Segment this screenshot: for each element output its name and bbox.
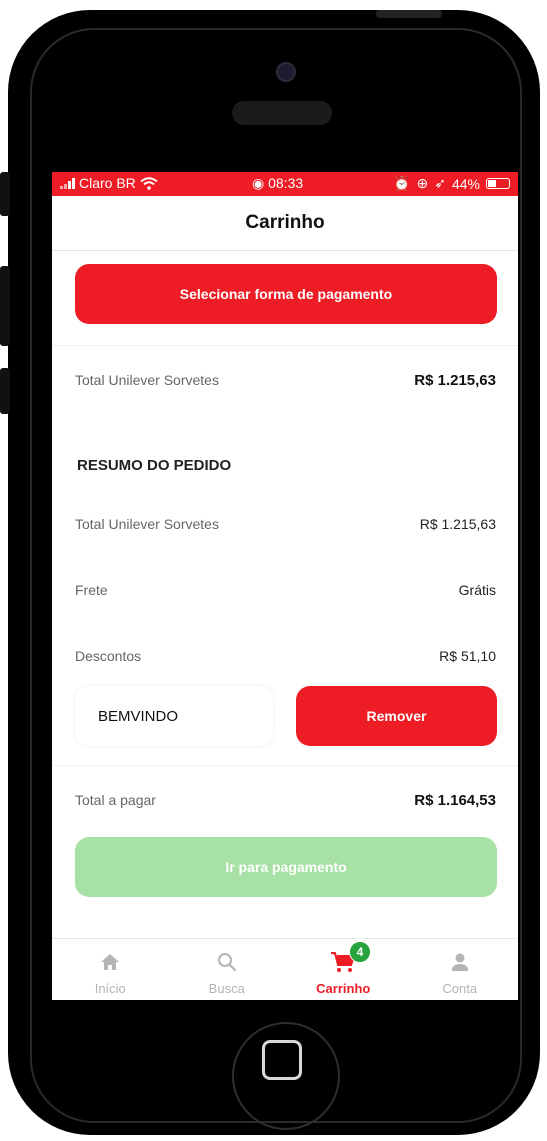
app-screen: Claro BR ◉ 08:33 ⏰ ⊕ ➶ 44% Carrinho Sele… [52, 172, 518, 1000]
mute-switch [0, 172, 10, 216]
carrier-name: Claro BR [79, 175, 136, 191]
page-title: Carrinho [52, 196, 518, 251]
user-icon [450, 949, 470, 975]
battery-icon [486, 178, 510, 189]
summary-row-label: Descontos [75, 648, 142, 664]
go-to-payment-button[interactable]: Ir para pagamento [75, 837, 497, 897]
select-payment-button[interactable]: Selecionar forma de pagamento [75, 264, 497, 324]
tab-conta[interactable]: Conta [402, 939, 519, 1000]
store-total-row: Total Unilever Sorvetes R$ 1.215,63 [75, 372, 496, 389]
home-square-icon [262, 1040, 302, 1080]
remove-coupon-button[interactable]: Remover [296, 686, 497, 746]
summary-row: Frete Grátis [75, 582, 496, 598]
speaker-grille [232, 101, 332, 125]
home-icon [100, 949, 120, 975]
wifi-icon [140, 176, 158, 190]
summary-row: Descontos R$ 51,10 [75, 648, 496, 664]
summary-row-value: R$ 51,10 [439, 648, 496, 664]
tab-label: Conta [442, 981, 478, 996]
tab-label: Busca [208, 981, 245, 996]
power-button [376, 10, 442, 18]
rotation-lock-icon: ⊕ [416, 175, 429, 191]
tab-inicio[interactable]: Início [52, 939, 169, 1000]
status-bar: Claro BR ◉ 08:33 ⏰ ⊕ ➶ 44% [52, 172, 518, 196]
signal-icon [60, 177, 75, 189]
status-time: 08:33 [268, 175, 304, 191]
volume-up-button [0, 266, 10, 346]
battery-percent: 44% [451, 175, 480, 192]
store-total-value: R$ 1.215,63 [414, 372, 496, 389]
tab-busca[interactable]: Busca [169, 939, 286, 1000]
summary-row: Total Unilever Sorvetes R$ 1.215,63 [75, 516, 496, 532]
tab-label: Início [94, 981, 126, 996]
summary-heading: RESUMO DO PEDIDO [77, 457, 232, 474]
summary-row-value: R$ 1.215,63 [419, 516, 496, 532]
cart-badge: 4 [349, 941, 371, 963]
alarm-icon: ⏰ [393, 175, 411, 191]
divider [52, 345, 518, 346]
tab-label: Carrinho [316, 981, 371, 996]
summary-row-value: Grátis [458, 582, 496, 598]
summary-row-label: Frete [75, 582, 108, 598]
search-icon [217, 949, 237, 975]
tab-bar: Início Busca 4 Carrinho Conta [52, 938, 518, 1000]
total-label: Total a pagar [75, 792, 156, 808]
divider [52, 765, 518, 766]
location-icon: ➶ [434, 175, 446, 191]
coupon-code-field[interactable]: BEMVINDO [75, 686, 273, 746]
screen-record-icon: ◉ [252, 175, 265, 191]
store-total-label: Total Unilever Sorvetes [75, 372, 219, 388]
tab-carrinho[interactable]: 4 Carrinho [285, 939, 402, 1000]
camera-icon [276, 62, 296, 82]
total-value: R$ 1.164,53 [414, 792, 496, 809]
summary-row-label: Total Unilever Sorvetes [75, 516, 219, 532]
total-row: Total a pagar R$ 1.164,53 [75, 792, 496, 809]
volume-down-button [0, 368, 10, 414]
